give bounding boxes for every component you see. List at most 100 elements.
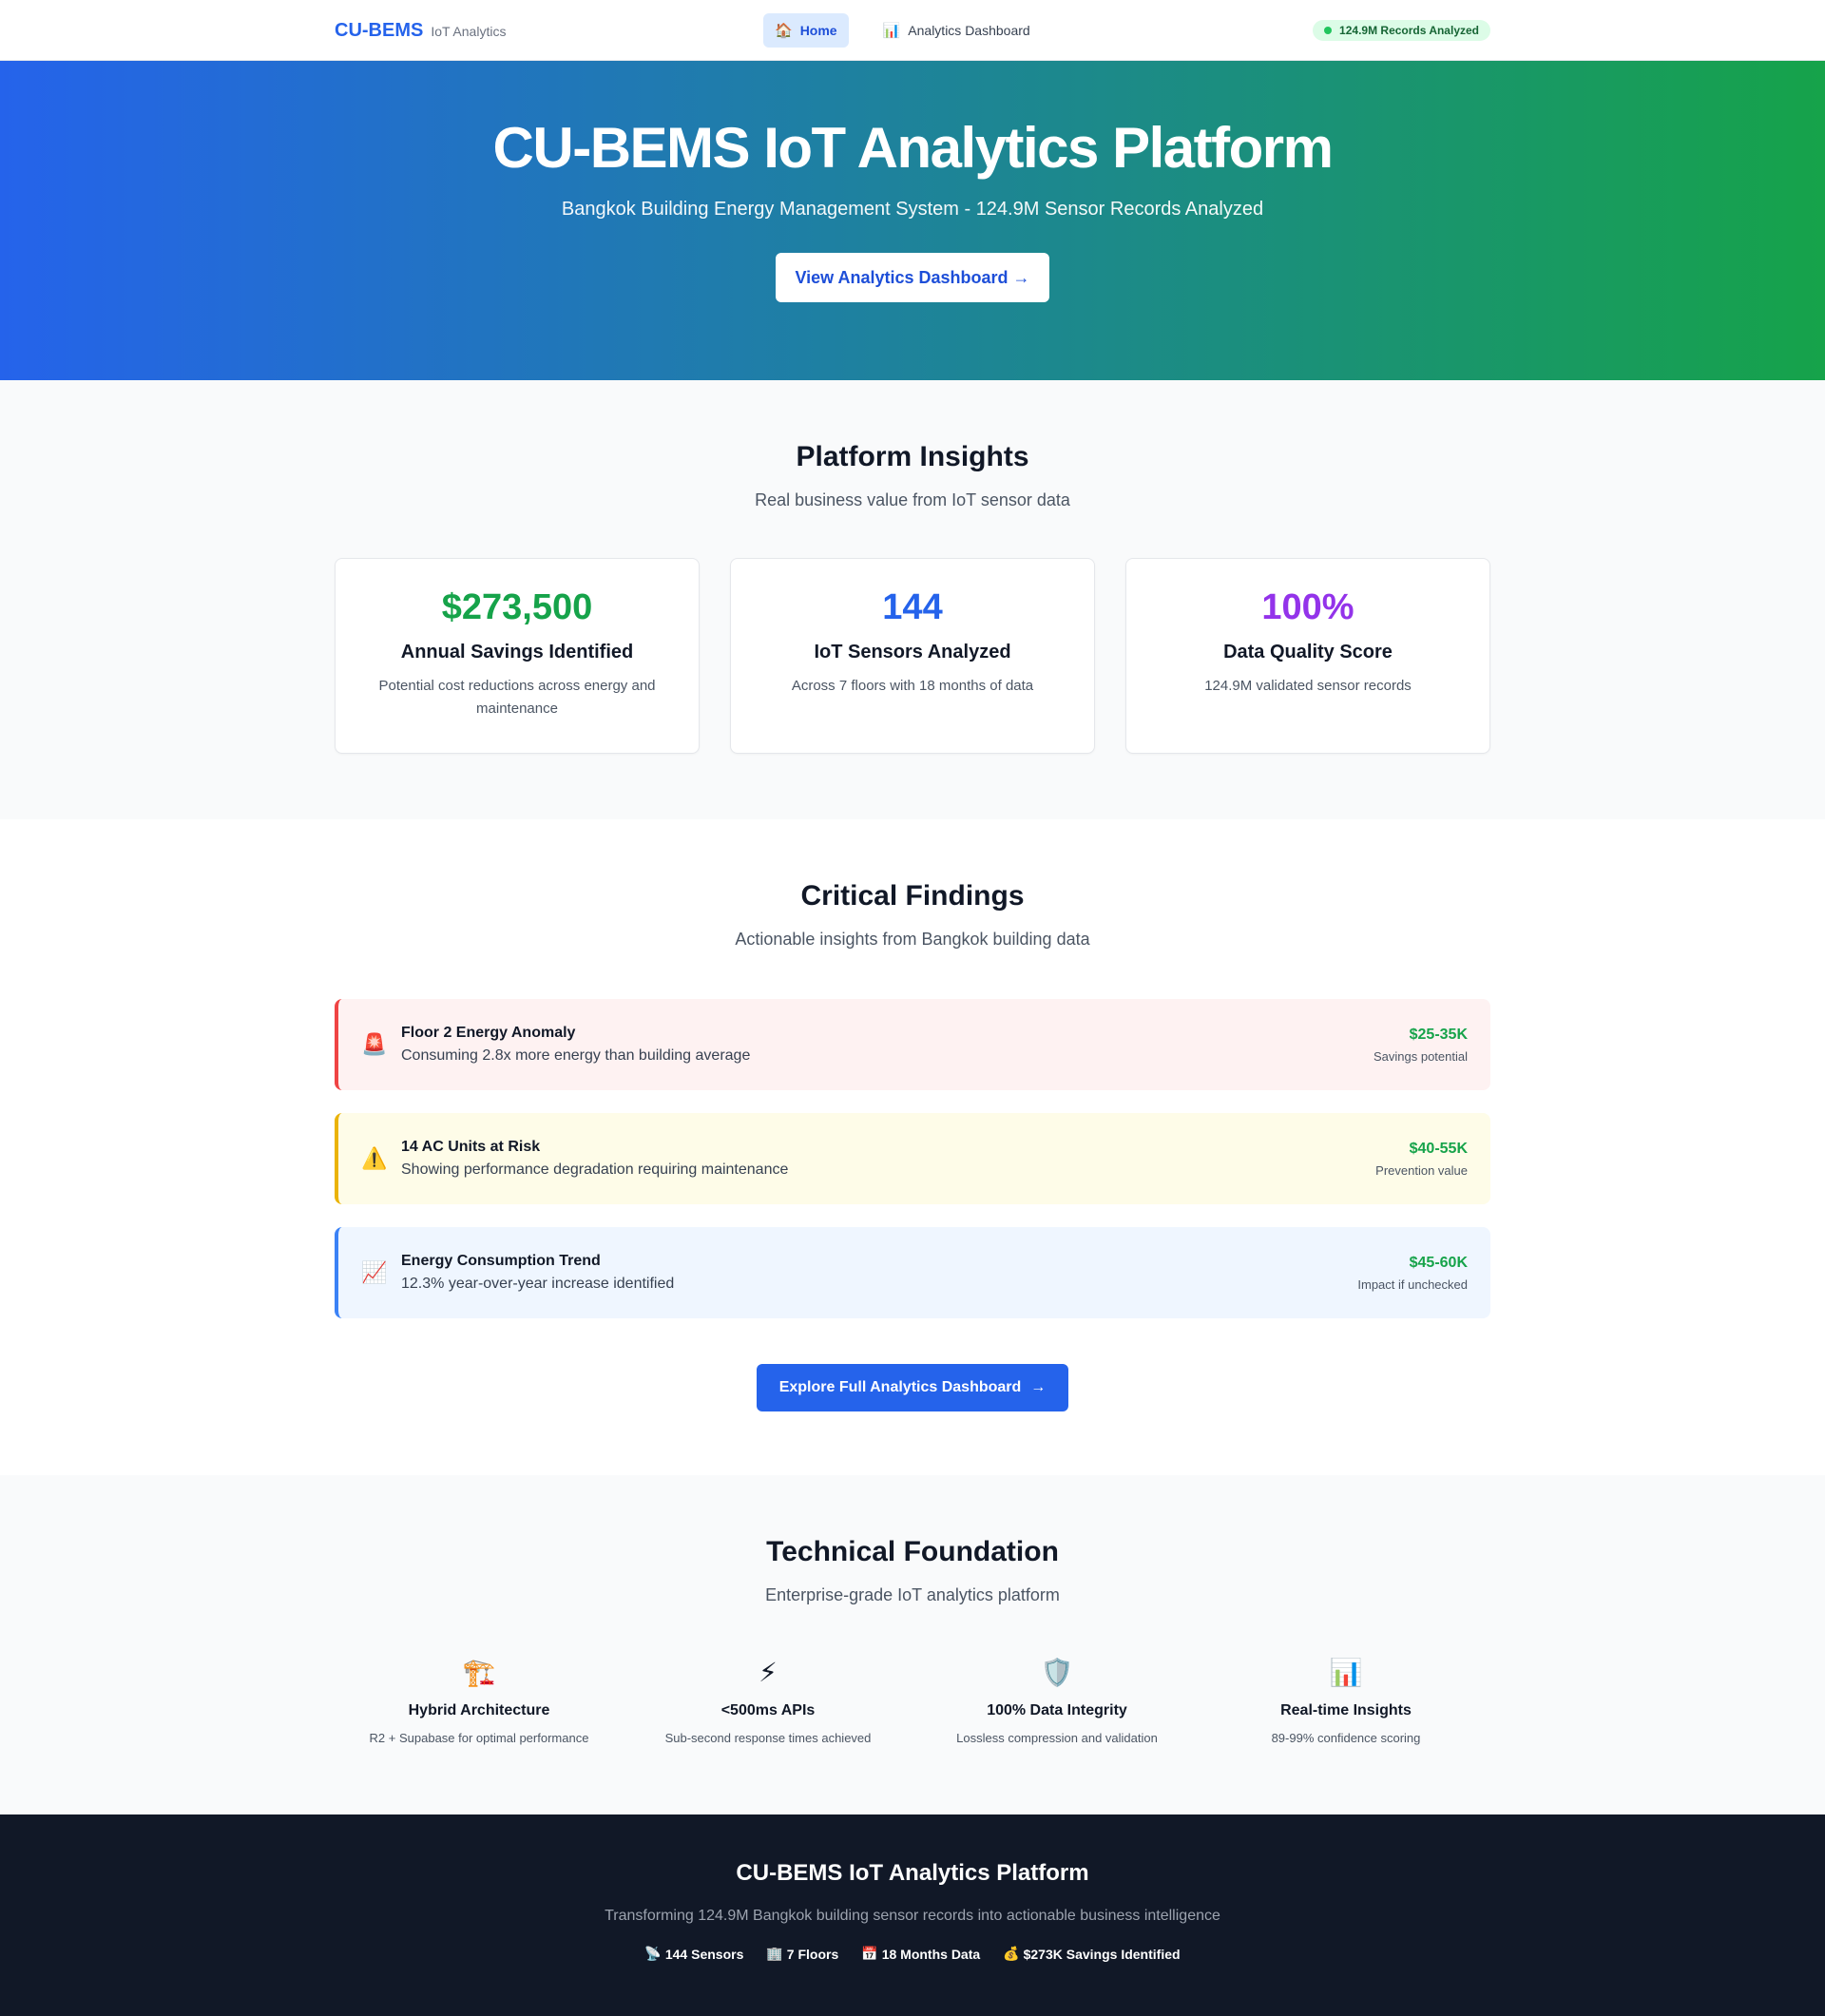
trend-up-icon: 📈 xyxy=(361,1260,388,1284)
insight-card-savings: $273,500 Annual Savings Identified Poten… xyxy=(335,558,700,754)
finding-floor-2-energy-anomaly: 🚨 Floor 2 Energy Anomaly Consuming 2.8x … xyxy=(335,999,1490,1090)
card-value: 100% xyxy=(1261,587,1354,627)
calendar-icon: 📅 xyxy=(861,1946,878,1961)
footer-subtitle: Transforming 124.9M Bangkok building sen… xyxy=(605,1908,1220,1924)
hero-title: CU-BEMS IoT Analytics Platform xyxy=(492,116,1334,180)
arrow-right-icon: → xyxy=(1030,1379,1047,1395)
satellite-icon: 📡 xyxy=(644,1946,662,1961)
footer-stat-label: 7 Floors xyxy=(786,1946,839,1962)
finding-text: 14 AC Units at Risk Showing performance … xyxy=(401,1139,1375,1179)
feature-description: R2 + Supabase for optimal performance xyxy=(369,1731,589,1745)
feature-description: 89-99% confidence scoring xyxy=(1271,1731,1421,1745)
footer-stat-label: $273K Savings Identified xyxy=(1023,1946,1181,1962)
finding-value: $45-60K xyxy=(1409,1254,1468,1271)
insight-card-data-quality: 100% Data Quality Score 124.9M validated… xyxy=(1125,558,1490,754)
platform-insights-section: Platform Insights Real business value fr… xyxy=(0,380,1825,819)
technical-foundation-section: Technical Foundation Enterprise-grade Io… xyxy=(0,1475,1825,1814)
construction-icon: 🏗️ xyxy=(462,1658,496,1687)
card-value: $273,500 xyxy=(441,587,593,627)
finding-text: Energy Consumption Trend 12.3% year-over… xyxy=(401,1253,1357,1293)
feature-title: Hybrid Architecture xyxy=(408,1702,550,1718)
footer-stats: 📡 144 Sensors 🏢 7 Floors 📅 18 Months Dat… xyxy=(0,1946,1825,1962)
nav-links: 🏠 Home 📊 Analytics Dashboard xyxy=(763,13,1042,48)
finding-text: Floor 2 Energy Anomaly Consuming 2.8x mo… xyxy=(401,1025,1374,1065)
critical-findings-section: Critical Findings Actionable insights fr… xyxy=(0,819,1825,1475)
feature-description: Lossless compression and validation xyxy=(956,1731,1158,1745)
feature-real-time-insights: 📊 Real-time Insights 89-99% confidence s… xyxy=(1201,1657,1490,1745)
finding-title: 14 AC Units at Risk xyxy=(401,1139,541,1155)
feature-fast-apis: ⚡ <500ms APIs Sub-second response times … xyxy=(624,1657,912,1745)
warning-icon: ⚠️ xyxy=(361,1146,388,1170)
feature-description: Sub-second response times achieved xyxy=(664,1731,872,1745)
footer-stat-label: 18 Months Data xyxy=(881,1946,981,1962)
lightning-icon: ⚡ xyxy=(759,1658,778,1687)
section-title: Critical Findings xyxy=(800,880,1025,912)
feature-title: Real-time Insights xyxy=(1280,1702,1412,1718)
home-icon: 🏠 xyxy=(775,23,793,39)
hero-section: CU-BEMS IoT Analytics Platform Bangkok B… xyxy=(0,61,1825,380)
nav-link-label: Analytics Dashboard xyxy=(908,23,1030,38)
hero-subtitle: Bangkok Building Energy Management Syste… xyxy=(561,199,1264,220)
insight-card-sensors: 144 IoT Sensors Analyzed Across 7 floors… xyxy=(730,558,1095,754)
explore-cta-wrap: Explore Full Analytics Dashboard → xyxy=(0,1364,1825,1411)
finding-description: Showing performance degradation requirin… xyxy=(401,1162,789,1178)
section-subtitle: Actionable insights from Bangkok buildin… xyxy=(735,930,1090,949)
finding-value: $40-55K xyxy=(1409,1140,1468,1157)
section-subtitle: Enterprise-grade IoT analytics platform xyxy=(765,1585,1060,1604)
feature-title: <500ms APIs xyxy=(720,1702,816,1718)
footer: CU-BEMS IoT Analytics Platform Transform… xyxy=(0,1814,1825,2016)
card-description: 124.9M validated sensor records xyxy=(1204,678,1412,694)
explore-button-label: Explore Full Analytics Dashboard xyxy=(778,1379,1022,1395)
nav-link-home[interactable]: 🏠 Home xyxy=(763,13,849,48)
brand-name: CU-BEMS xyxy=(335,19,424,41)
bar-chart-icon: 📊 xyxy=(1329,1658,1363,1687)
footer-stat-months: 📅 18 Months Data xyxy=(861,1946,980,1962)
findings-list: 🚨 Floor 2 Energy Anomaly Consuming 2.8x … xyxy=(335,999,1490,1318)
finding-description: 12.3% year-over-year increase identified xyxy=(401,1276,675,1292)
bar-chart-icon: 📊 xyxy=(882,23,901,39)
footer-stat-label: 144 Sensors xyxy=(664,1946,744,1962)
finding-energy-consumption-trend: 📈 Energy Consumption Trend 12.3% year-ov… xyxy=(335,1227,1490,1318)
finding-value: $25-35K xyxy=(1409,1026,1468,1043)
nav-link-label: Home xyxy=(799,23,837,38)
finding-title: Floor 2 Energy Anomaly xyxy=(401,1025,576,1041)
card-title: Data Quality Score xyxy=(1223,642,1393,662)
finding-caption: Impact if unchecked xyxy=(1357,1277,1468,1292)
top-nav: CU-BEMS IoT Analytics 🏠 Home 📊 Analytics… xyxy=(0,0,1825,61)
brand[interactable]: CU-BEMS IoT Analytics xyxy=(335,20,506,42)
building-icon: 🏢 xyxy=(766,1946,783,1961)
feature-data-integrity: 🛡️ 100% Data Integrity Lossless compress… xyxy=(912,1657,1201,1745)
card-value: 144 xyxy=(882,587,943,627)
tech-features: 🏗️ Hybrid Architecture R2 + Supabase for… xyxy=(335,1657,1490,1745)
card-title: Annual Savings Identified xyxy=(400,642,634,662)
finding-title: Energy Consumption Trend xyxy=(401,1253,601,1269)
card-title: IoT Sensors Analyzed xyxy=(814,642,1011,662)
section-title: Platform Insights xyxy=(796,441,1029,472)
explore-full-analytics-dashboard-button[interactable]: Explore Full Analytics Dashboard → xyxy=(756,1364,1069,1411)
feature-title: 100% Data Integrity xyxy=(987,1702,1127,1718)
brand-subtitle: IoT Analytics xyxy=(431,23,507,39)
view-analytics-dashboard-button[interactable]: View Analytics Dashboard → xyxy=(776,253,1049,302)
card-description: Across 7 floors with 18 months of data xyxy=(791,678,1034,694)
feature-hybrid-architecture: 🏗️ Hybrid Architecture R2 + Supabase for… xyxy=(335,1657,624,1745)
insight-cards: $273,500 Annual Savings Identified Poten… xyxy=(335,558,1490,754)
finding-impact: $25-35K Savings potential xyxy=(1374,1027,1468,1064)
finding-caption: Prevention value xyxy=(1375,1162,1468,1178)
finding-description: Consuming 2.8x more energy than building… xyxy=(401,1047,751,1064)
finding-ac-units-at-risk: ⚠️ 14 AC Units at Risk Showing performan… xyxy=(335,1113,1490,1204)
footer-stat-floors: 🏢 7 Floors xyxy=(766,1946,838,1962)
section-subtitle: Real business value from IoT sensor data xyxy=(755,490,1070,509)
finding-impact: $40-55K Prevention value xyxy=(1375,1141,1468,1178)
records-analyzed-badge: 124.9M Records Analyzed xyxy=(1313,20,1490,41)
shield-icon: 🛡️ xyxy=(1040,1658,1074,1687)
footer-stat-sensors: 📡 144 Sensors xyxy=(644,1946,743,1962)
nav-link-analytics-dashboard[interactable]: 📊 Analytics Dashboard xyxy=(872,13,1042,48)
finding-caption: Savings potential xyxy=(1373,1048,1468,1064)
finding-impact: $45-60K Impact if unchecked xyxy=(1357,1255,1468,1292)
records-badge-label: 124.9M Records Analyzed xyxy=(1339,24,1479,37)
footer-stat-savings: 💰 $273K Savings Identified xyxy=(1003,1946,1180,1962)
siren-icon: 🚨 xyxy=(361,1032,388,1056)
card-description: Potential cost reductions across energy … xyxy=(378,678,656,717)
money-bag-icon: 💰 xyxy=(1003,1946,1020,1961)
section-title: Technical Foundation xyxy=(766,1536,1059,1567)
